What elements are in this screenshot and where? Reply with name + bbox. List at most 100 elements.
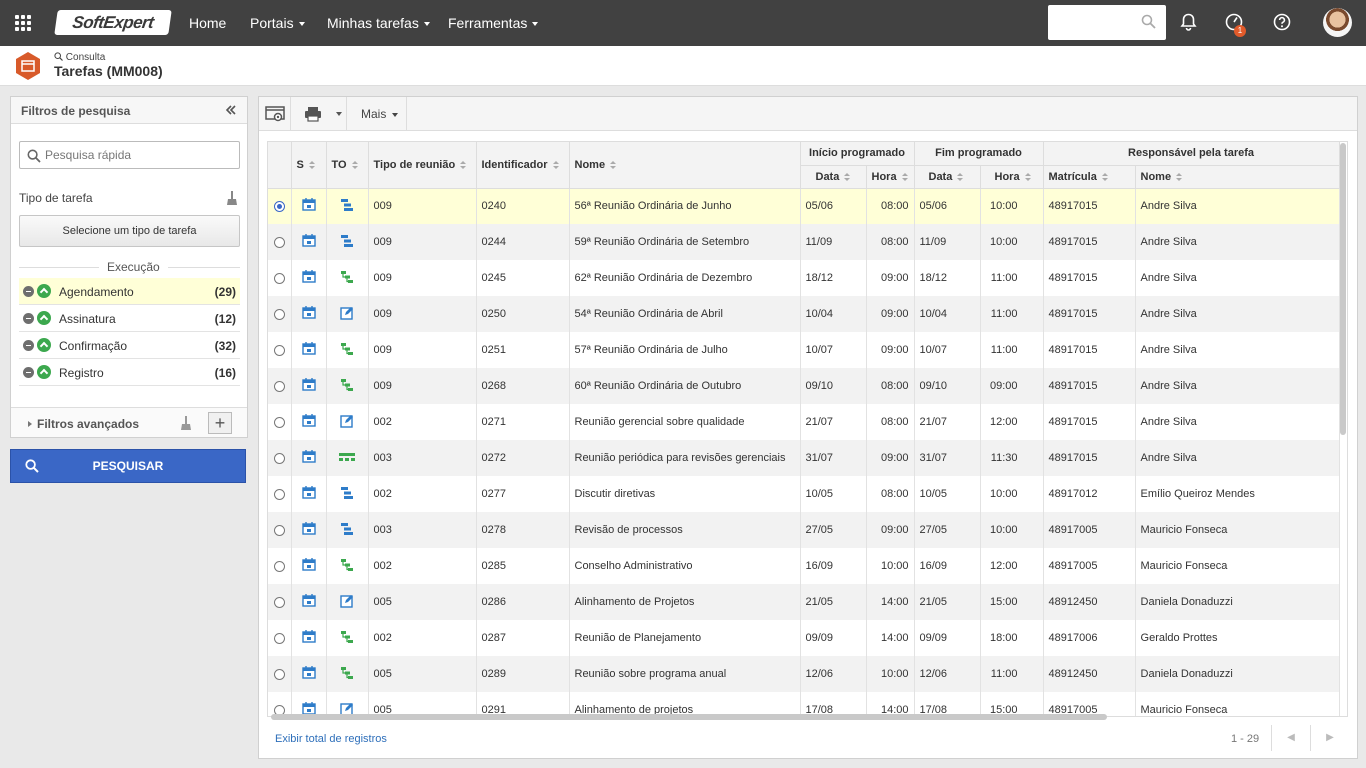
row-radio[interactable] (273, 308, 285, 320)
sort-icon[interactable] (460, 160, 467, 169)
help-icon[interactable] (1273, 13, 1291, 31)
exclude-icon[interactable] (23, 367, 34, 378)
table-row[interactable]: 002 0277 Discutir diretivas 10/05 08:00 10/05… (268, 476, 1340, 512)
row-radio[interactable] (273, 452, 285, 464)
apps-grid-icon[interactable] (15, 15, 31, 31)
table-row[interactable]: 009 0240 56ª Reunião Ordinária de Junho 05/… (268, 188, 1340, 224)
sort-icon[interactable] (308, 160, 315, 169)
quick-search-input[interactable] (45, 147, 230, 163)
table-row[interactable]: 003 0272 Reunião periódica para revisões g… (268, 440, 1340, 476)
search-icon[interactable] (1141, 14, 1156, 29)
horizontal-scrollbar[interactable] (271, 714, 1107, 720)
sort-icon[interactable] (1024, 172, 1031, 181)
view-record-button[interactable] (259, 97, 291, 130)
row-select-cell[interactable] (268, 332, 292, 368)
collapse-panel-icon[interactable] (225, 104, 237, 116)
quick-search-field[interactable] (19, 141, 240, 169)
global-search-input[interactable] (1048, 5, 1166, 40)
header-data-inicio[interactable]: Data (800, 165, 867, 189)
sort-icon[interactable] (610, 160, 617, 169)
search-button[interactable]: PESQUISAR (10, 449, 246, 483)
exclude-icon[interactable] (23, 340, 34, 351)
nav-minhas-tarefas[interactable]: Minhas tarefas (327, 15, 430, 31)
table-row[interactable]: 002 0287 Reunião de Planejamento 09/09 14:00… (268, 620, 1340, 656)
row-select-cell[interactable] (268, 512, 292, 548)
execution-item-assinatura[interactable]: Assinatura (12) (19, 305, 240, 332)
row-select-cell[interactable] (268, 584, 292, 620)
nav-portais[interactable]: Portais (250, 15, 305, 31)
include-icon[interactable] (37, 311, 51, 325)
row-select-cell[interactable] (268, 620, 292, 656)
row-radio[interactable] (273, 344, 285, 356)
row-select-cell[interactable] (268, 440, 292, 476)
row-select-cell[interactable] (268, 296, 292, 332)
include-icon[interactable] (37, 365, 51, 379)
header-tipo-reuniao[interactable]: Tipo de reunião (368, 142, 477, 189)
row-radio[interactable] (273, 632, 285, 644)
show-total-link[interactable]: Exibir total de registros (275, 733, 387, 745)
select-task-type-button[interactable]: Selecione um tipo de tarefa (19, 215, 240, 247)
table-row[interactable]: 002 0271 Reunião gerencial sobre qualidade… (268, 404, 1340, 440)
row-select-cell[interactable] (268, 476, 292, 512)
header-hora-inicio[interactable]: Hora (866, 165, 915, 189)
sort-icon[interactable] (1101, 172, 1108, 181)
header-nome[interactable]: Nome (569, 142, 801, 189)
row-select-cell[interactable] (268, 260, 292, 296)
row-radio[interactable] (273, 524, 285, 536)
header-matricula[interactable]: Matrícula (1043, 165, 1136, 189)
table-row[interactable]: 003 0278 Revisão de processos 27/05 09:00 27/… (268, 512, 1340, 548)
row-radio[interactable] (273, 200, 285, 212)
header-data-fim[interactable]: Data (914, 165, 981, 189)
row-radio[interactable] (273, 560, 285, 572)
table-row[interactable]: 009 0244 59ª Reunião Ordinária de Setembro… (268, 224, 1340, 260)
row-radio[interactable] (273, 416, 285, 428)
execution-item-registro[interactable]: Registro (16) (19, 359, 240, 386)
broom-clear-icon[interactable] (227, 191, 237, 205)
advanced-filters-toggle[interactable]: Filtros avançados + (11, 407, 247, 437)
exclude-icon[interactable] (23, 286, 34, 297)
row-radio[interactable] (273, 236, 285, 248)
add-filter-button[interactable]: + (208, 412, 232, 434)
bell-icon[interactable] (1180, 13, 1197, 31)
table-row[interactable]: 009 0245 62ª Reunião Ordinária de Dezembro… (268, 260, 1340, 296)
header-identificador[interactable]: Identificador (476, 142, 570, 189)
print-button[interactable] (291, 97, 347, 130)
sort-icon[interactable] (552, 160, 559, 169)
exclude-icon[interactable] (23, 313, 34, 324)
sort-icon[interactable] (901, 172, 908, 181)
user-avatar[interactable] (1323, 8, 1352, 37)
table-row[interactable]: 009 0268 60ª Reunião Ordinária de Outubro 0… (268, 368, 1340, 404)
row-select-cell[interactable] (268, 548, 292, 584)
execution-item-agendamento[interactable]: Agendamento (29) (19, 278, 240, 305)
more-menu-button[interactable]: Mais (347, 97, 407, 130)
header-s[interactable]: S (291, 142, 327, 189)
broom-clear-icon[interactable] (181, 416, 191, 430)
row-select-cell[interactable] (268, 224, 292, 260)
table-row[interactable]: 005 0286 Alinhamento de Projetos 21/05 14:00… (268, 584, 1340, 620)
sort-icon[interactable] (844, 172, 851, 181)
nav-home[interactable]: Home (189, 15, 226, 31)
row-select-cell[interactable] (268, 404, 292, 440)
nav-ferramentas[interactable]: Ferramentas (448, 15, 539, 31)
table-row[interactable]: 002 0285 Conselho Administrativo 16/09 10:00… (268, 548, 1340, 584)
table-row[interactable]: 009 0250 54ª Reunião Ordinária de Abril 10/… (268, 296, 1340, 332)
row-select-cell[interactable] (268, 656, 292, 692)
row-select-cell[interactable] (268, 368, 292, 404)
next-page-button[interactable]: ▶ (1310, 725, 1349, 751)
softexpert-logo[interactable]: SoftExpert (54, 10, 172, 35)
chevron-down-icon[interactable] (336, 112, 342, 116)
include-icon[interactable] (37, 284, 51, 298)
prev-page-button[interactable]: ◀ (1271, 725, 1310, 751)
sort-icon[interactable] (957, 172, 964, 181)
header-responsavel-nome[interactable]: Nome (1135, 165, 1340, 189)
vertical-scrollbar[interactable] (1340, 143, 1346, 435)
table-row[interactable]: 005 0289 Reunião sobre programa anual 12/06… (268, 656, 1340, 692)
row-radio[interactable] (273, 380, 285, 392)
row-radio[interactable] (273, 488, 285, 500)
row-radio[interactable] (273, 272, 285, 284)
row-radio[interactable] (273, 668, 285, 680)
row-select-cell[interactable] (268, 188, 292, 224)
header-hora-fim[interactable]: Hora (980, 165, 1044, 189)
row-radio[interactable] (273, 596, 285, 608)
sort-icon[interactable] (1176, 172, 1183, 181)
